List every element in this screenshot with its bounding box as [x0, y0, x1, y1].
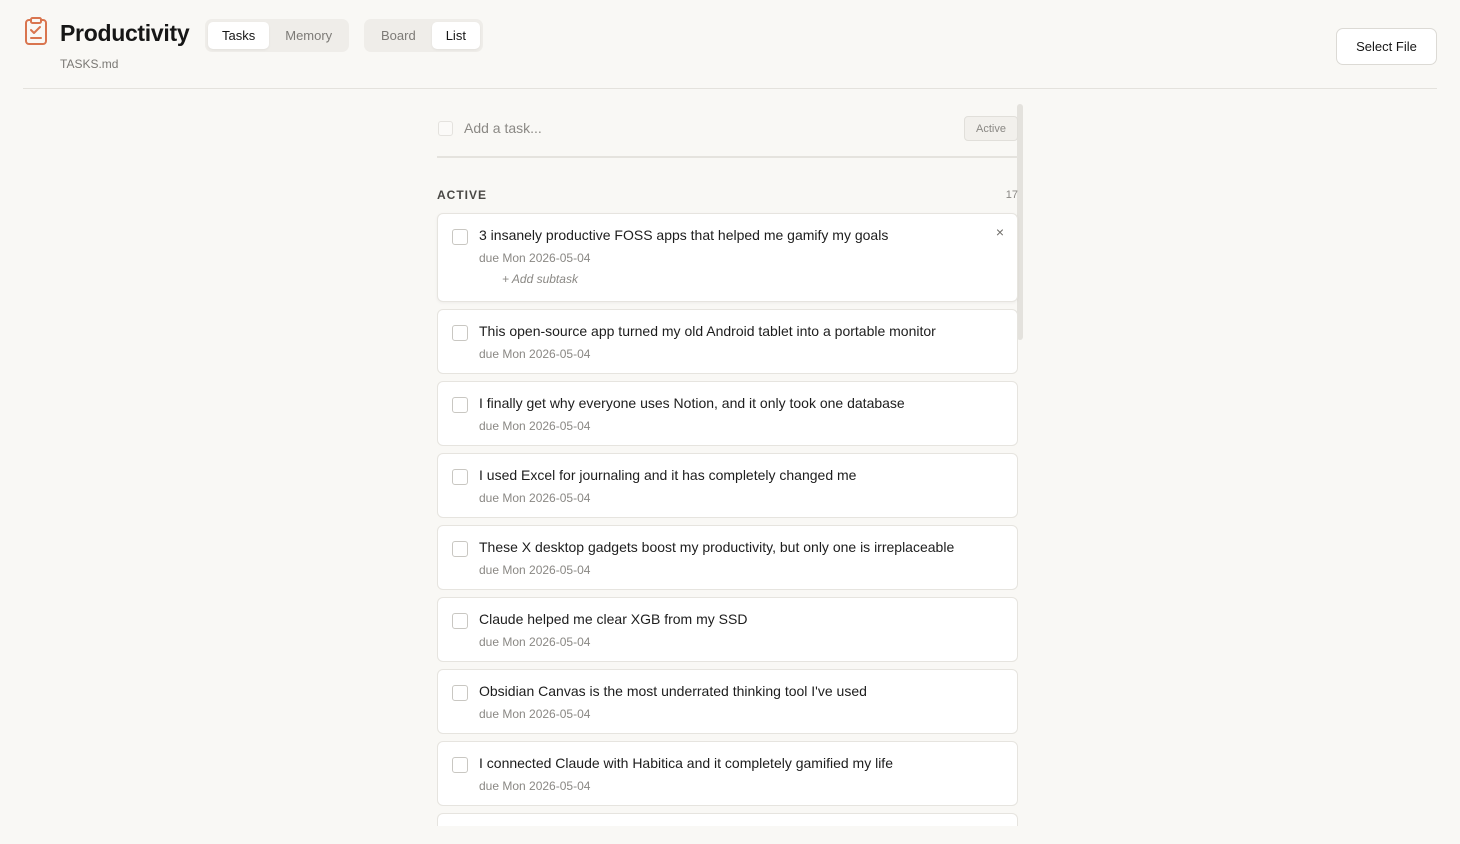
current-file-name: TASKS.md: [60, 57, 119, 71]
close-icon[interactable]: ×: [996, 225, 1004, 239]
task-checkbox[interactable]: [452, 757, 468, 773]
section-title: ACTIVE: [437, 188, 488, 202]
task-due-date: due Mon 2026-05-04: [479, 251, 591, 265]
add-subtask-link[interactable]: + Add subtask: [502, 272, 578, 286]
app-header: Productivity TASKS.md Tasks Memory Board…: [23, 0, 1437, 89]
view-board[interactable]: Board: [367, 22, 430, 49]
task-title: These X desktop gadgets boost my product…: [479, 539, 955, 555]
mode-switcher: Tasks Memory: [205, 19, 350, 52]
select-file-button[interactable]: Select File: [1336, 28, 1437, 65]
view-list[interactable]: List: [431, 22, 480, 49]
task-card[interactable]: I finally get why everyone uses Notion, …: [437, 381, 1018, 446]
task-title: I connected Claude with Habitica and it …: [479, 755, 893, 771]
add-task-input[interactable]: [464, 117, 944, 139]
task-title: 3 insanely productive FOSS apps that hel…: [479, 227, 889, 243]
task-checkbox[interactable]: [452, 541, 468, 557]
task-card[interactable]: 3 insanely productive FOSS apps that hel…: [437, 213, 1018, 302]
add-task-checkbox: [438, 121, 453, 136]
tab-memory[interactable]: Memory: [271, 22, 346, 49]
app-root: Productivity TASKS.md Tasks Memory Board…: [0, 0, 1460, 844]
clipboard-check-icon: [25, 17, 47, 45]
task-due-date: due Mon 2026-05-04: [479, 779, 591, 793]
task-panel: Active ACTIVE 17 3 insanely productive F…: [437, 104, 1018, 837]
add-task-row: Active: [437, 104, 1018, 158]
task-card[interactable]: These X desktop gadgets boost my product…: [437, 525, 1018, 590]
task-due-date: due Mon 2026-05-04: [479, 563, 591, 577]
task-due-date: due Mon 2026-05-04: [479, 707, 591, 721]
task-title: Claude helped me clear XGB from my SSD: [479, 611, 748, 627]
task-checkbox[interactable]: [452, 397, 468, 413]
task-title: I finally get why everyone uses Notion, …: [479, 395, 905, 411]
task-title: Obsidian Canvas is the most underrated t…: [479, 683, 867, 699]
task-list: 3 insanely productive FOSS apps that hel…: [437, 213, 1018, 837]
task-due-date: due Mon 2026-05-04: [479, 491, 591, 505]
task-title: This open-source app turned my old Andro…: [479, 323, 936, 339]
task-title: I used Excel for journaling and it has c…: [479, 467, 857, 483]
task-checkbox[interactable]: [452, 469, 468, 485]
viewport-bottom-edge: [0, 826, 1460, 844]
task-due-date: due Mon 2026-05-04: [479, 635, 591, 649]
status-select[interactable]: Active: [964, 116, 1018, 141]
task-card[interactable]: I used Excel for journaling and it has c…: [437, 453, 1018, 518]
task-card[interactable]: Obsidian Canvas is the most underrated t…: [437, 669, 1018, 734]
task-card[interactable]: Claude helped me clear XGB from my SSD d…: [437, 597, 1018, 662]
task-checkbox[interactable]: [452, 685, 468, 701]
task-card[interactable]: This open-source app turned my old Andro…: [437, 309, 1018, 374]
task-due-date: due Mon 2026-05-04: [479, 347, 591, 361]
task-card[interactable]: I connected Claude with Habitica and it …: [437, 741, 1018, 806]
task-checkbox[interactable]: [452, 613, 468, 629]
task-due-date: due Mon 2026-05-04: [479, 419, 591, 433]
section-header-active: ACTIVE 17: [437, 158, 1018, 213]
section-count: 17: [1005, 189, 1018, 201]
view-switcher: Board List: [364, 19, 483, 52]
tab-tasks[interactable]: Tasks: [208, 22, 270, 49]
app-title: Productivity: [60, 20, 190, 46]
task-checkbox[interactable]: [452, 229, 468, 245]
task-checkbox[interactable]: [452, 325, 468, 341]
